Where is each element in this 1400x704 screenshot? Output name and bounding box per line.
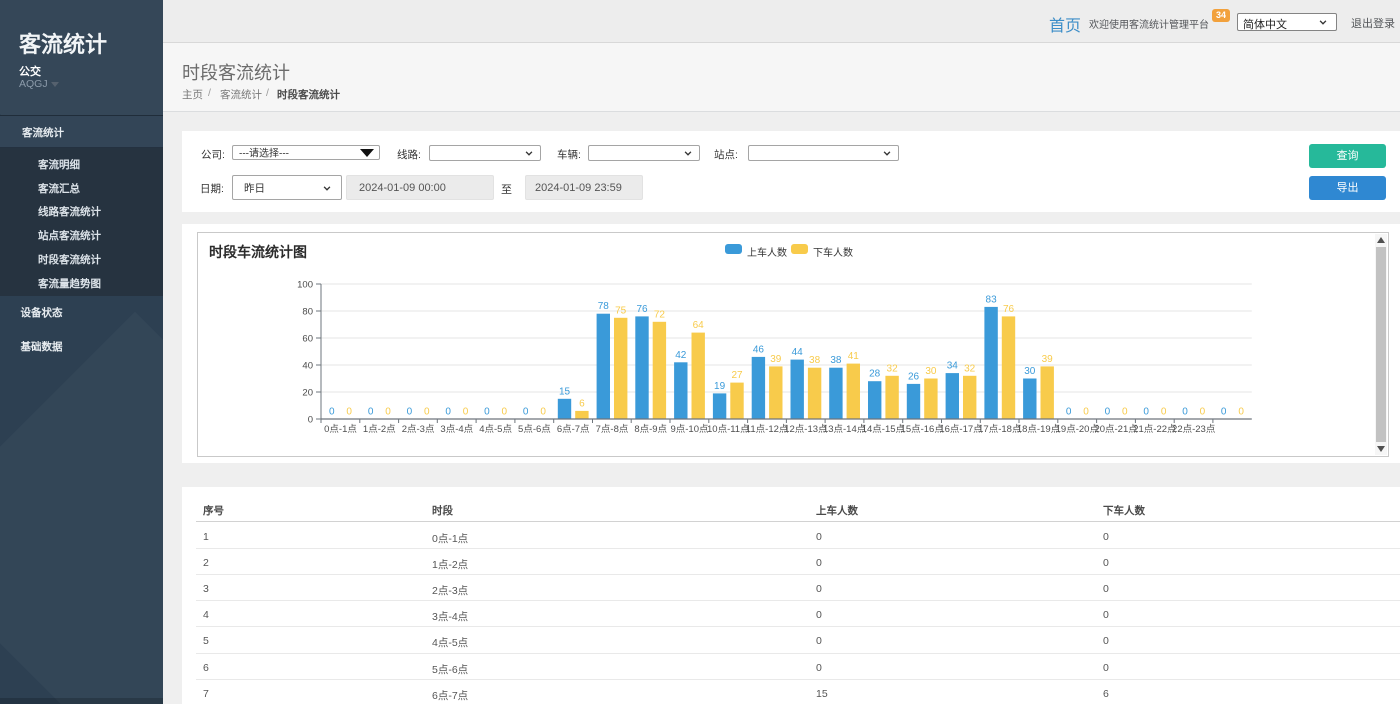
svg-text:32: 32 <box>887 363 899 374</box>
svg-text:32: 32 <box>964 363 976 374</box>
svg-text:0: 0 <box>463 407 469 418</box>
svg-text:60: 60 <box>302 333 313 344</box>
svg-text:46: 46 <box>753 344 765 355</box>
svg-text:38: 38 <box>809 355 821 366</box>
svg-text:76: 76 <box>636 304 648 315</box>
svg-text:6点-7点: 6点-7点 <box>557 424 590 435</box>
svg-text:80: 80 <box>302 306 313 317</box>
svg-text:0: 0 <box>1161 407 1167 418</box>
svg-text:38: 38 <box>830 355 842 366</box>
svg-text:16点-17点: 16点-17点 <box>939 424 983 435</box>
svg-text:10点-11点: 10点-11点 <box>707 424 750 435</box>
svg-text:40: 40 <box>302 360 313 371</box>
svg-text:78: 78 <box>598 301 610 312</box>
svg-text:41: 41 <box>848 351 860 362</box>
svg-text:12点-13点: 12点-13点 <box>784 424 828 435</box>
svg-text:0: 0 <box>385 407 391 418</box>
svg-text:0: 0 <box>1105 407 1111 418</box>
svg-text:20: 20 <box>302 387 313 398</box>
svg-text:22点-23点: 22点-23点 <box>1172 424 1216 435</box>
svg-text:76: 76 <box>1003 304 1015 315</box>
svg-text:26: 26 <box>908 371 920 382</box>
svg-text:64: 64 <box>693 320 705 331</box>
svg-text:0: 0 <box>346 407 352 418</box>
svg-text:18点-19点: 18点-19点 <box>1017 424 1061 435</box>
svg-text:9点-10点: 9点-10点 <box>670 424 709 435</box>
svg-text:0: 0 <box>424 407 430 418</box>
svg-text:39: 39 <box>770 354 782 365</box>
svg-text:20点-21点: 20点-21点 <box>1094 424 1138 435</box>
svg-text:44: 44 <box>792 347 804 358</box>
svg-text:17点-18点: 17点-18点 <box>978 424 1022 435</box>
svg-text:6: 6 <box>579 398 585 409</box>
svg-text:11点-12点: 11点-12点 <box>746 424 789 435</box>
svg-text:15: 15 <box>559 386 571 397</box>
svg-text:30: 30 <box>1024 366 1036 377</box>
svg-text:28: 28 <box>869 369 881 380</box>
svg-text:1点-2点: 1点-2点 <box>363 424 396 435</box>
svg-text:75: 75 <box>615 305 627 316</box>
svg-text:0: 0 <box>1182 407 1188 418</box>
svg-text:0: 0 <box>445 407 451 418</box>
svg-text:7点-8点: 7点-8点 <box>596 424 629 435</box>
svg-text:0: 0 <box>1066 407 1072 418</box>
svg-text:0: 0 <box>368 407 374 418</box>
svg-text:19点-20点: 19点-20点 <box>1056 424 1100 435</box>
svg-text:0: 0 <box>329 407 335 418</box>
svg-text:0: 0 <box>523 407 529 418</box>
svg-text:4点-5点: 4点-5点 <box>479 424 512 435</box>
svg-text:0: 0 <box>1083 407 1089 418</box>
svg-text:8点-9点: 8点-9点 <box>634 424 667 435</box>
svg-text:0: 0 <box>1238 407 1244 418</box>
svg-text:0: 0 <box>1143 407 1149 418</box>
svg-text:0: 0 <box>1221 407 1227 418</box>
svg-text:42: 42 <box>675 350 687 361</box>
svg-text:15点-16点: 15点-16点 <box>901 424 945 435</box>
svg-text:100: 100 <box>297 279 313 290</box>
svg-text:0: 0 <box>308 414 313 425</box>
svg-text:0: 0 <box>1200 407 1206 418</box>
svg-text:27: 27 <box>731 370 743 381</box>
svg-text:13点-14点: 13点-14点 <box>823 424 867 435</box>
svg-text:0: 0 <box>502 407 508 418</box>
svg-text:0点-1点: 0点-1点 <box>324 424 357 435</box>
svg-text:83: 83 <box>986 294 998 305</box>
svg-text:0: 0 <box>407 407 413 418</box>
svg-text:0: 0 <box>1122 407 1128 418</box>
svg-text:2点-3点: 2点-3点 <box>402 424 435 435</box>
svg-text:39: 39 <box>1042 354 1054 365</box>
svg-text:19: 19 <box>714 381 726 392</box>
svg-text:3点-4点: 3点-4点 <box>440 424 473 435</box>
svg-text:0: 0 <box>484 407 490 418</box>
svg-text:5点-6点: 5点-6点 <box>518 424 551 435</box>
svg-text:21点-22点: 21点-22点 <box>1133 424 1177 435</box>
svg-text:72: 72 <box>654 309 666 320</box>
svg-text:14点-15点: 14点-15点 <box>862 424 906 435</box>
svg-text:30: 30 <box>925 366 937 377</box>
svg-text:34: 34 <box>947 361 959 372</box>
svg-text:0: 0 <box>540 407 546 418</box>
